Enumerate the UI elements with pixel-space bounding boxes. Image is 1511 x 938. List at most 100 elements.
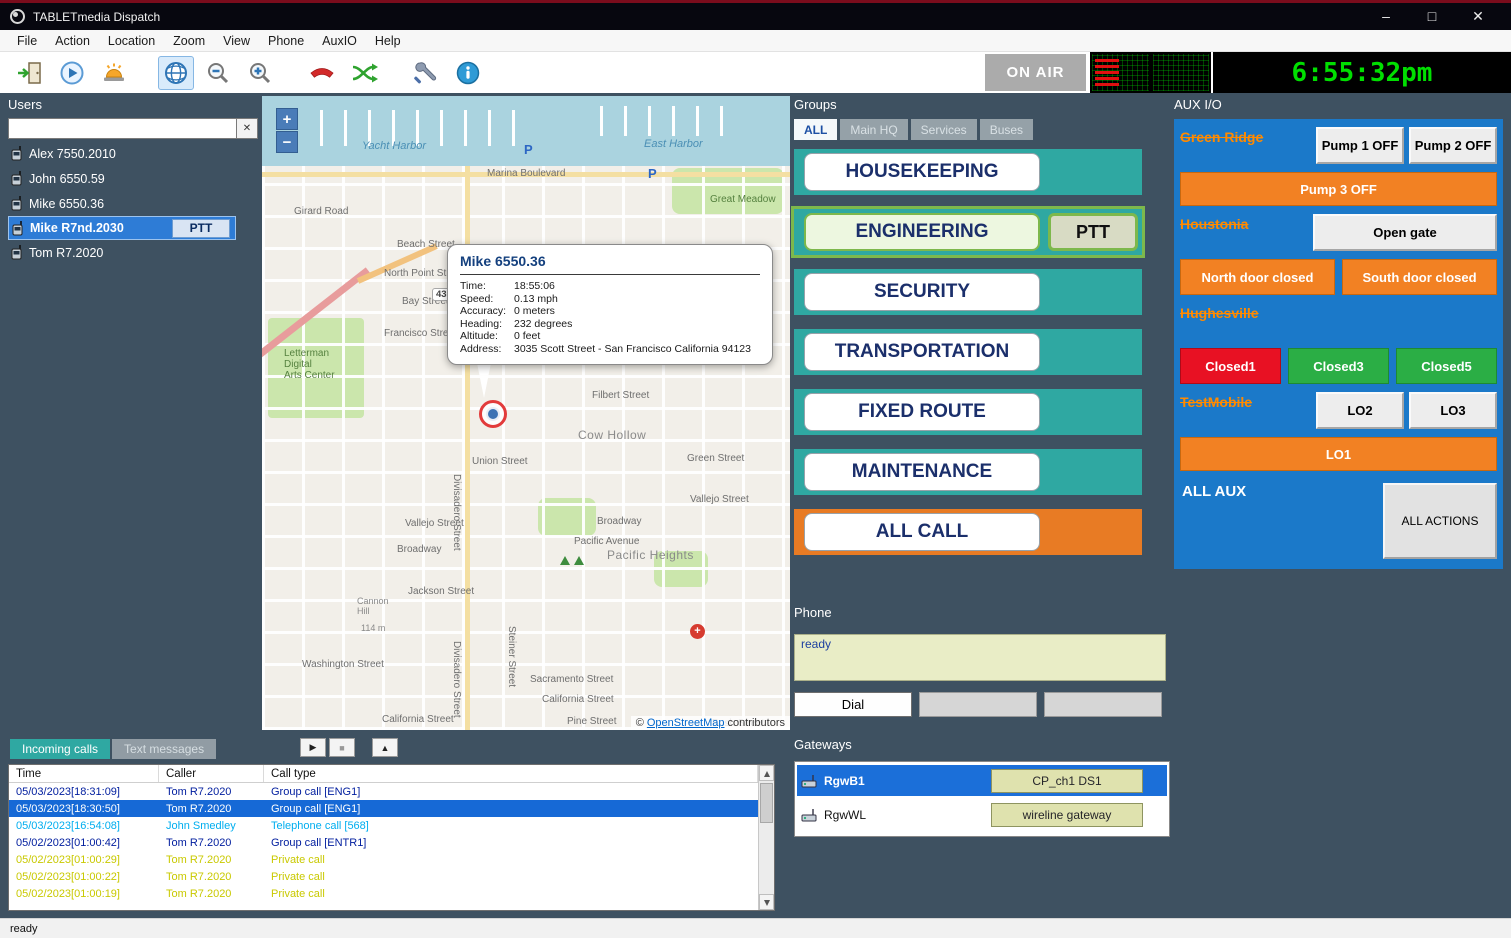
gateway-button-wireline-gateway[interactable]: wireline gateway — [991, 803, 1143, 827]
maximize-button[interactable]: □ — [1409, 8, 1455, 25]
map-view-button[interactable] — [158, 56, 194, 90]
clear-search-button[interactable]: ✕ — [237, 118, 258, 139]
groups-tab-services[interactable]: Services — [911, 119, 977, 140]
group-button-fixed-route[interactable]: FIXED ROUTE — [804, 393, 1040, 431]
menu-item-zoom[interactable]: Zoom — [164, 31, 214, 51]
attribution-text: contributors — [728, 717, 785, 729]
patch-button[interactable] — [346, 56, 382, 90]
play-circle-icon — [59, 60, 85, 86]
column-caller[interactable]: Caller — [159, 765, 264, 782]
close-button[interactable]: ✕ — [1455, 8, 1501, 25]
call-row[interactable]: 05/03/2023[16:54:08]John SmedleyTelephon… — [9, 817, 758, 834]
user-list-item[interactable]: Alex 7550.2010 — [8, 141, 258, 166]
aux-button-closed1[interactable]: Closed1 — [1180, 348, 1281, 384]
dial-button[interactable]: Dial — [794, 692, 912, 717]
aux-io-panel: AUX I/O Green RidgePump 1 OFFPump 2 OFFP… — [1174, 97, 1503, 569]
user-list-item[interactable]: John 6550.59 — [8, 166, 258, 191]
map-zoom-out-button[interactable]: − — [276, 131, 298, 153]
calls-scrollbar[interactable] — [758, 765, 774, 910]
user-list-item[interactable]: Tom R7.2020 — [8, 240, 258, 265]
aux-button-lo2[interactable]: LO2 — [1316, 392, 1404, 429]
call-caller: Tom R7.2020 — [159, 854, 264, 866]
user-location-dot — [486, 407, 500, 421]
aux-button-north-door-closed[interactable]: North door closed — [1180, 259, 1335, 295]
menu-item-file[interactable]: File — [8, 31, 46, 51]
map-label: Divisadero Street — [451, 474, 462, 551]
call-row[interactable]: 05/02/2023[01:00:29]Tom R7.2020Private c… — [9, 851, 758, 868]
user-list-item[interactable]: Mike R7nd.2030PTT — [8, 216, 236, 240]
gateway-name: RgwB1 — [824, 774, 865, 788]
gateways-panel: Gateways RgwB1CP_ch1 DS1RgwWLwireline ga… — [794, 737, 1170, 837]
aux-button-pump-1-off[interactable]: Pump 1 OFF — [1316, 127, 1404, 164]
menu-item-location[interactable]: Location — [99, 31, 164, 51]
zoom-out-button[interactable] — [200, 56, 236, 90]
phone-button-3[interactable] — [1044, 692, 1162, 717]
user-location-marker[interactable] — [479, 400, 507, 428]
playback-button[interactable] — [54, 56, 90, 90]
hangup-button[interactable] — [304, 56, 340, 90]
call-caller: Tom R7.2020 — [159, 871, 264, 883]
menu-item-view[interactable]: View — [214, 31, 259, 51]
scroll-down-button[interactable] — [759, 894, 774, 910]
zoom-in-button[interactable] — [242, 56, 278, 90]
minimize-button[interactable]: – — [1363, 8, 1409, 25]
info-button[interactable] — [450, 56, 486, 90]
phone-button-2[interactable] — [919, 692, 1037, 717]
menu-item-action[interactable]: Action — [46, 31, 99, 51]
aux-button-lo1[interactable]: LO1 — [1180, 437, 1497, 471]
group-button-engineering[interactable]: ENGINEERING — [804, 213, 1040, 251]
aux-button-lo3[interactable]: LO3 — [1409, 392, 1497, 429]
column-calltype[interactable]: Call type — [264, 765, 758, 782]
map-label: Steiner Street — [506, 626, 517, 687]
map-zoom-in-button[interactable]: + — [276, 108, 298, 130]
map-canvas[interactable]: + Mike 6550.36 Time:18:55:06Speed:0.13 m… — [262, 96, 790, 730]
menu-item-auxio[interactable]: AuxIO — [313, 31, 366, 51]
phone-display[interactable]: ready — [794, 634, 1166, 681]
users-search-input[interactable] — [8, 118, 237, 139]
osm-link[interactable]: OpenStreetMap — [647, 717, 725, 729]
exit-button[interactable] — [12, 56, 48, 90]
calls-stop-button[interactable]: ■ — [329, 738, 355, 757]
aux-site-hughesville: Hughesville — [1178, 299, 1499, 344]
aux-button-south-door-closed[interactable]: South door closed — [1342, 259, 1497, 295]
calls-play-button[interactable]: ▶ — [300, 738, 326, 757]
group-button-security[interactable]: SECURITY — [804, 273, 1040, 311]
alert-button[interactable] — [96, 56, 132, 90]
groups-tab-main-hq[interactable]: Main HQ — [840, 119, 907, 140]
aux-button-closed5[interactable]: Closed5 — [1396, 348, 1497, 384]
aux-button-all-actions[interactable]: ALL ACTIONS — [1383, 483, 1497, 559]
call-row[interactable]: 05/02/2023[01:00:19]Tom R7.2020Private c… — [9, 885, 758, 902]
aux-button-open-gate[interactable]: Open gate — [1313, 214, 1497, 251]
call-row[interactable]: 05/03/2023[18:31:09]Tom R7.2020Group cal… — [9, 783, 758, 800]
aux-button-pump-2-off[interactable]: Pump 2 OFF — [1409, 127, 1497, 164]
phone-panel-title: Phone — [794, 605, 1170, 623]
groups-tab-all[interactable]: ALL — [794, 119, 837, 140]
portable-radio-icon — [10, 146, 23, 161]
user-ptt-button[interactable]: PTT — [172, 219, 230, 238]
gateway-row-rgwwl[interactable]: RgwWLwireline gateway — [797, 799, 1167, 830]
menu-item-phone[interactable]: Phone — [259, 31, 313, 51]
calls-tab-incoming-calls[interactable]: Incoming calls — [10, 739, 110, 759]
call-row[interactable]: 05/02/2023[01:00:22]Tom R7.2020Private c… — [9, 868, 758, 885]
aux-button-pump-3-off[interactable]: Pump 3 OFF — [1180, 172, 1497, 206]
group-button-all-call[interactable]: ALL CALL — [804, 513, 1040, 551]
gateway-button-cp-ch1-ds1[interactable]: CP_ch1 DS1 — [991, 769, 1143, 793]
column-time[interactable]: Time — [9, 765, 159, 782]
group-ptt-button[interactable]: PTT — [1048, 213, 1138, 251]
scroll-thumb[interactable] — [760, 783, 773, 823]
menu-item-help[interactable]: Help — [366, 31, 410, 51]
group-button-maintenance[interactable]: MAINTENANCE — [804, 453, 1040, 491]
on-air-button[interactable]: ON AIR — [985, 54, 1086, 91]
group-button-housekeeping[interactable]: HOUSEKEEPING — [804, 153, 1040, 191]
group-button-transportation[interactable]: TRANSPORTATION — [804, 333, 1040, 371]
gateway-row-rgwb1[interactable]: RgwB1 CP_ch1 DS1 — [797, 765, 1167, 796]
call-row[interactable]: 05/03/2023[18:30:50]Tom R7.2020Group cal… — [9, 800, 758, 817]
scroll-up-button[interactable] — [759, 765, 774, 781]
settings-button[interactable] — [408, 56, 444, 90]
call-row[interactable]: 05/02/2023[01:00:42]Tom R7.2020Group cal… — [9, 834, 758, 851]
calls-up-button[interactable]: ▲ — [372, 738, 398, 757]
user-list-item[interactable]: Mike 6550.36 — [8, 191, 258, 216]
aux-button-closed3[interactable]: Closed3 — [1288, 348, 1389, 384]
calls-tab-text-messages[interactable]: Text messages — [112, 739, 216, 759]
groups-tab-buses[interactable]: Buses — [980, 119, 1033, 140]
